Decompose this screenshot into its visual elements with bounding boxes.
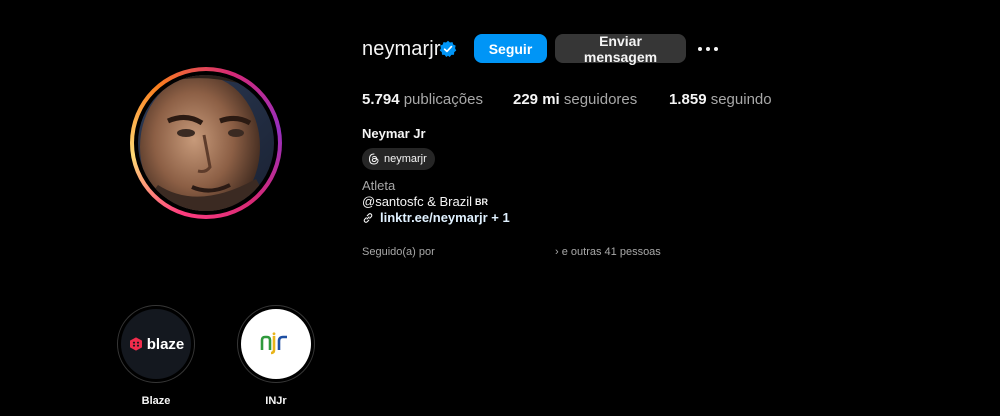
followers-count-value: 229 mi	[513, 91, 560, 108]
following-count-value: 1.859	[669, 91, 707, 108]
threads-handle: neymarjr	[384, 153, 427, 165]
injr-logo-icon	[260, 332, 287, 355]
blaze-logo-text: blaze	[146, 335, 185, 353]
bio-link[interactable]: linktr.ee/neymarjr + 1	[362, 210, 510, 225]
full-name: Neymar Jr	[362, 126, 426, 141]
injr-logo	[241, 309, 311, 379]
highlight-label: INJr	[265, 395, 287, 407]
profile-page: neymarjr Seguir Enviar mensagem 5.794 pu…	[0, 0, 1000, 416]
blaze-logo-icon	[129, 337, 142, 351]
blaze-logo: blaze	[121, 309, 191, 379]
story-highlight-blaze[interactable]: blaze Blaze	[117, 305, 195, 407]
avatar-gap	[134, 71, 278, 215]
followers-count-label: seguidores	[563, 91, 638, 108]
bio-text: @santosfc & Brazil BR	[362, 194, 488, 209]
verified-badge-icon	[439, 40, 457, 57]
follow-button[interactable]: Seguir	[474, 34, 547, 63]
followers-count[interactable]: 229 mi seguidores	[513, 91, 637, 108]
bio-link-text: linktr.ee/neymarjr + 1	[380, 210, 510, 225]
threads-icon	[368, 153, 379, 165]
followed-by-others-link[interactable]: › e outras 41 pessoas	[555, 246, 661, 258]
posts-count: 5.794 publicações	[362, 91, 483, 108]
send-message-button[interactable]: Enviar mensagem	[555, 33, 686, 65]
bio-line-text: @santosfc & Brazil	[362, 194, 473, 209]
threads-badge[interactable]: neymarjr	[362, 148, 435, 170]
highlight-label: Blaze	[141, 395, 171, 407]
profile-username: neymarjr	[362, 38, 441, 60]
highlight-ring: blaze	[117, 305, 195, 383]
following-count[interactable]: 1.859 seguindo	[669, 91, 772, 108]
link-icon	[363, 212, 373, 223]
followed-by-others-text: e outras 41 pessoas	[561, 246, 661, 258]
story-highlight-injr[interactable]: INJr	[237, 305, 315, 407]
followed-by-label: Seguido(a) por	[362, 246, 435, 258]
profile-avatar-story-ring[interactable]	[130, 67, 282, 219]
following-count-label: seguindo	[710, 91, 772, 108]
brazil-flag-text: BR	[475, 197, 489, 207]
posts-count-value: 5.794	[362, 91, 400, 108]
more-options-icon[interactable]	[696, 40, 720, 58]
redacted-followers	[440, 244, 554, 260]
posts-count-label: publicações	[403, 91, 483, 108]
dot-separator: ›	[555, 246, 559, 258]
profile-category: Atleta	[362, 178, 396, 193]
highlight-ring	[237, 305, 315, 383]
avatar	[138, 75, 274, 211]
